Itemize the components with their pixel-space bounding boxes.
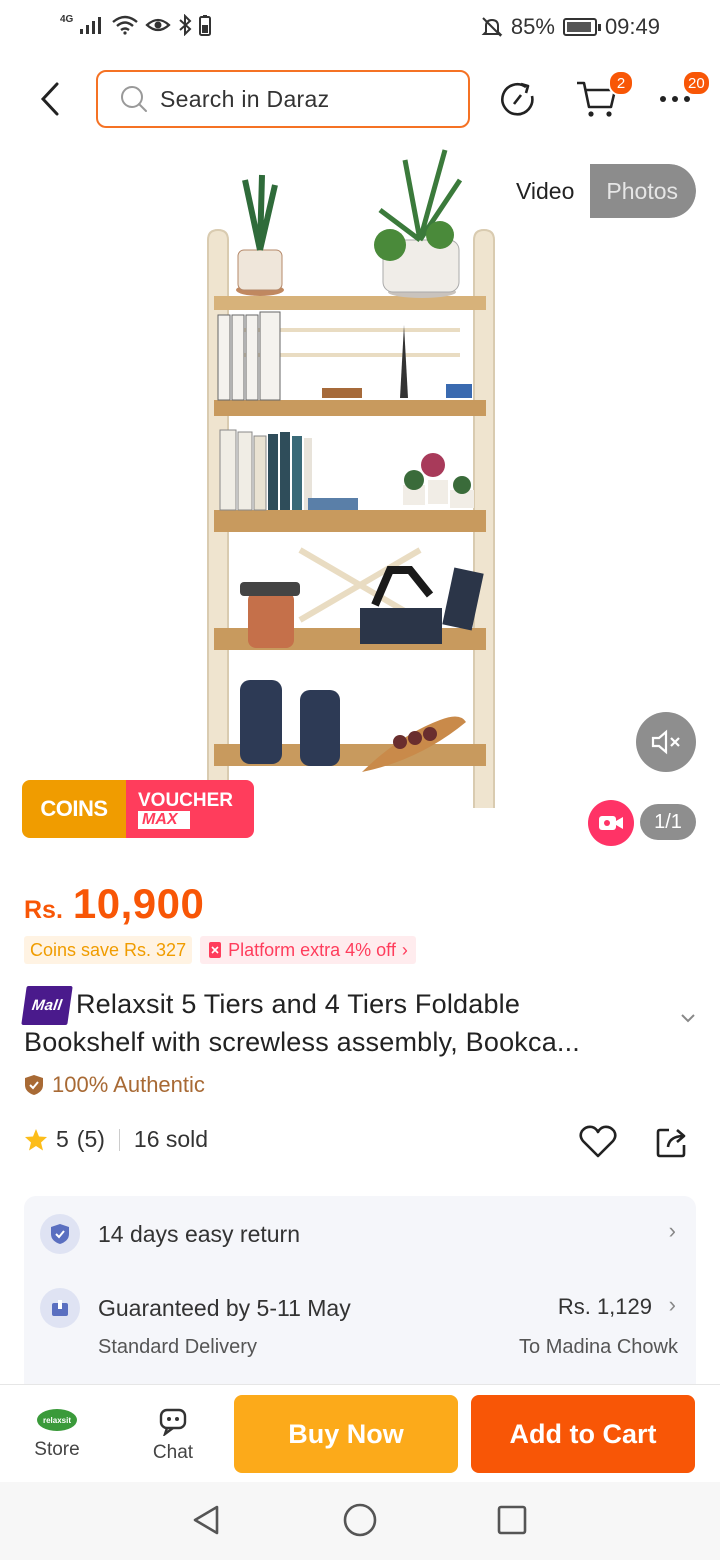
nav-recents-button[interactable] <box>492 1500 532 1540</box>
chevron-right-icon: › <box>401 939 408 960</box>
refresh-arrow-icon <box>501 82 534 116</box>
back-button[interactable] <box>30 74 70 124</box>
wifi-icon <box>112 15 139 35</box>
delivery-location: To Madina Chowk <box>519 1336 678 1358</box>
status-icons-right: 85% 09:49 <box>481 14 660 40</box>
cart-badge: 2 <box>608 70 634 96</box>
battery-percent: 85% <box>510 14 555 39</box>
top-header: Search in Daraz 2 20 <box>0 62 720 138</box>
more-button[interactable]: 20 <box>650 70 711 126</box>
platform-offer-chip[interactable]: Platform extra 4% off › <box>200 936 416 964</box>
network-type: 4G <box>60 13 74 25</box>
search-icon <box>121 86 147 112</box>
more-badge: 20 <box>682 70 711 96</box>
nav-back-button[interactable] <box>186 1500 226 1540</box>
share-button[interactable] <box>650 1120 694 1164</box>
coins-save-chip[interactable]: Coins save Rs. 327 <box>24 936 193 964</box>
mute-notifications-icon <box>481 17 503 37</box>
price-value: 10,900 <box>72 880 205 927</box>
price-currency: Rs. <box>24 896 63 924</box>
authentic-text: 100% Authentic <box>52 1072 205 1097</box>
video-photos-toggle: Video Photos <box>495 164 696 218</box>
chat-button[interactable]: Chat <box>134 1395 212 1475</box>
product-title-line1: Relaxsit 5 Tiers and 4 Tiers Foldable <box>75 989 521 1019</box>
rating-value: 5 <box>56 1126 69 1152</box>
shield-check-icon <box>25 1075 43 1095</box>
return-text: 14 days easy return <box>98 1220 301 1247</box>
wishlist-button[interactable] <box>576 1120 620 1164</box>
mall-badge: Mall <box>21 986 73 1025</box>
return-policy-row[interactable]: 14 days easy return <box>40 1214 680 1254</box>
mute-button[interactable] <box>636 712 696 772</box>
triangle-back-icon <box>193 1505 219 1535</box>
voucher-label-block: VOUCHER MAX <box>126 780 254 838</box>
add-to-cart-button[interactable]: Add to Cart <box>471 1395 695 1473</box>
delivery-price: Rs. 1,129 <box>557 1294 652 1319</box>
expand-title-button[interactable] <box>680 1010 696 1028</box>
product-title-line2: Bookshelf with screwless assembly, Bookc… <box>24 1027 581 1057</box>
video-camera-icon <box>599 816 623 830</box>
rating-row[interactable]: 5 (5) 16 sold <box>24 1126 208 1153</box>
sold-count: 16 sold <box>133 1126 209 1152</box>
product-image-bookshelf <box>207 149 495 808</box>
voucher-ticket-icon <box>209 942 222 958</box>
status-icons-left: 4G <box>60 13 212 36</box>
heart-icon <box>579 1125 617 1158</box>
video-call-button[interactable] <box>588 800 634 846</box>
star-icon <box>25 1128 47 1150</box>
share-icon <box>656 1128 686 1158</box>
promo-chips: Coins save Rs. 327 Platform extra 4% off… <box>24 936 416 964</box>
authentic-badge[interactable]: 100% Authentic <box>24 1072 205 1098</box>
scan-history-button[interactable] <box>493 72 543 126</box>
shield-icon <box>40 1214 80 1254</box>
chevron-right-icon: › <box>668 1218 676 1243</box>
square-recents-icon <box>497 1505 527 1535</box>
status-bar: 4G 85% 09:49 <box>0 0 720 56</box>
tab-video[interactable]: Video <box>495 164 591 218</box>
chat-label: Chat <box>152 1442 194 1463</box>
delivery-title: Guaranteed by 5-11 May <box>98 1294 351 1321</box>
delivery-box-icon <box>40 1288 80 1328</box>
voucher-label: VOUCHER <box>138 789 234 811</box>
signal-icon <box>80 17 102 34</box>
chevron-down-icon <box>681 1014 695 1023</box>
speaker-muted-icon <box>651 729 680 755</box>
coins-voucher-banner[interactable]: COINS VOUCHER MAX <box>22 780 254 838</box>
platform-offer-text: Platform extra 4% off <box>228 939 396 960</box>
buy-now-button[interactable]: Buy Now <box>234 1395 458 1473</box>
system-nav-bar <box>0 1482 720 1560</box>
bluetooth-icon <box>179 14 192 36</box>
chevron-right-icon: › <box>668 1292 676 1317</box>
voucher-max-label: MAX <box>138 810 190 829</box>
circle-home-icon <box>343 1503 377 1537</box>
delivery-type: Standard Delivery <box>98 1336 257 1358</box>
chat-bot-icon <box>159 1408 187 1436</box>
service-card: 14 days easy return › Guaranteed by 5-11… <box>24 1196 696 1396</box>
product-title[interactable]: Mall Relaxsit 5 Tiers and 4 Tiers Foldabl… <box>21 986 664 1060</box>
nav-home-button[interactable] <box>340 1500 380 1540</box>
store-logo: relaxsit <box>37 1409 77 1431</box>
battery-saver-icon <box>199 15 212 36</box>
more-dots-icon <box>660 96 690 102</box>
store-label: Store <box>34 1439 80 1460</box>
clock: 09:49 <box>604 14 660 39</box>
search-placeholder: Search in Daraz <box>160 85 330 112</box>
coins-label: COINS <box>22 780 126 838</box>
bottom-action-bar: relaxsit Store Chat Buy Now Add to Cart <box>0 1384 720 1482</box>
chevron-left-icon <box>40 82 59 116</box>
tab-photos[interactable]: Photos <box>590 164 696 218</box>
divider <box>118 1128 120 1151</box>
cart-button[interactable]: 2 <box>572 70 634 126</box>
product-gallery[interactable]: Video Photos 1/1 COINS VOUCHER MAX <box>0 140 720 846</box>
rating-count: (5) <box>76 1126 105 1152</box>
price: Rs. 10,900 <box>24 880 204 928</box>
image-counter: 1/1 <box>640 804 696 840</box>
search-input[interactable]: Search in Daraz <box>96 70 470 128</box>
battery-icon <box>562 18 601 36</box>
eye-icon <box>145 18 171 32</box>
store-button[interactable]: relaxsit Store <box>18 1395 96 1475</box>
